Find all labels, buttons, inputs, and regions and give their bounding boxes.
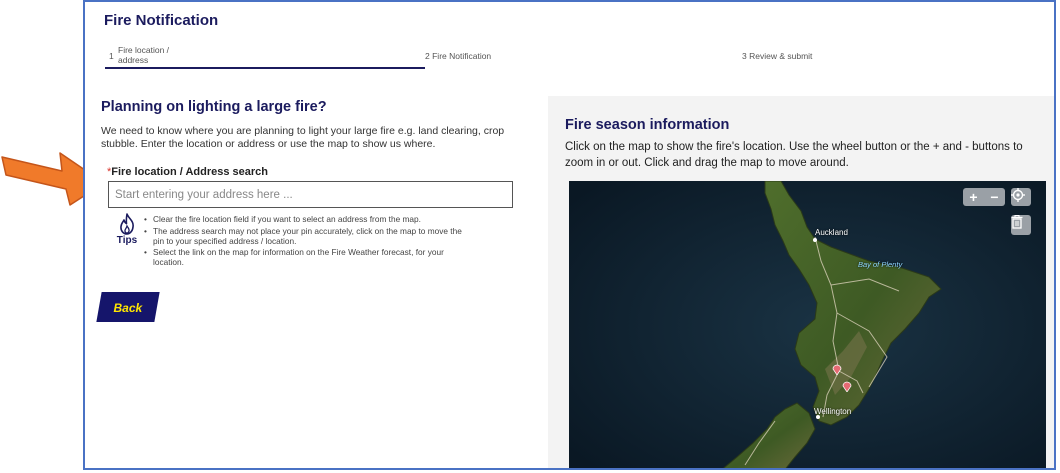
fire-season-panel: Fire season information Click on the map… (548, 96, 1054, 468)
back-button-label: Back (113, 301, 143, 315)
map-label-wellington: Wellington (814, 407, 852, 416)
list-item: Select the link on the map for informati… (144, 248, 463, 268)
back-button[interactable]: Back (96, 292, 160, 322)
list-item: Clear the fire location field if you wan… (144, 214, 463, 225)
flame-icon (120, 213, 134, 235)
zoom-in-button[interactable]: + (963, 188, 984, 206)
zoom-out-button[interactable]: − (984, 188, 1005, 206)
panel-intro: Click on the map to show the fire's loca… (565, 141, 1023, 169)
trash-icon (1011, 215, 1023, 229)
step-number: 1 (109, 51, 114, 61)
locate-button[interactable] (1011, 188, 1031, 206)
step-3[interactable]: 3 Review & submit (742, 51, 812, 61)
tips-list: Clear the fire location field if you wan… (143, 214, 463, 270)
list-item: The address search may not place your pi… (144, 226, 463, 247)
map-label-bay-of-plenty: Bay of Plenty (858, 260, 903, 269)
zoom-controls: + − (963, 188, 1005, 206)
map-terrain (569, 181, 1046, 468)
step-2[interactable]: 2 Fire Notification (425, 51, 491, 61)
page-title: Fire Notification (104, 12, 219, 29)
app-window: Fire Notification 1 Fire location / addr… (83, 0, 1056, 470)
map-pin-2[interactable] (842, 380, 852, 392)
panel-heading: Fire season information (565, 117, 730, 133)
step-number: 2 (425, 51, 430, 61)
step-label: Fire location / address (118, 45, 170, 65)
map-pin-1[interactable] (832, 363, 842, 375)
step-label: Review & submit (749, 51, 813, 61)
active-step-indicator (105, 67, 425, 69)
section-heading: Planning on lighting a large fire? (101, 99, 327, 115)
map[interactable]: Auckland Bay of Plenty Wellington + − (569, 181, 1046, 468)
tips-block: Tips (107, 213, 147, 246)
step-label: Fire Notification (432, 51, 492, 61)
step-number: 3 (742, 51, 747, 61)
locate-icon (1011, 188, 1025, 202)
clear-pin-button[interactable] (1011, 215, 1031, 235)
address-field-label: *Fire location / Address search (107, 166, 268, 178)
map-label-auckland: Auckland (815, 228, 848, 237)
tips-label: Tips (116, 235, 138, 246)
address-field-label-text: Fire location / Address search (111, 166, 268, 178)
section-intro: We need to know where you are planning t… (101, 125, 505, 150)
address-search-input[interactable] (108, 181, 513, 208)
